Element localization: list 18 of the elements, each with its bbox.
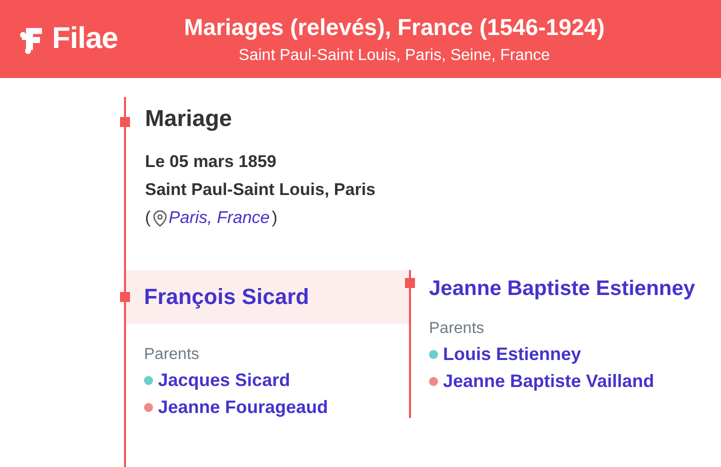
parents-label: Parents xyxy=(144,346,200,364)
parent-name[interactable]: Jacques Sicard xyxy=(158,370,290,391)
close-paren: ) xyxy=(272,208,278,228)
parent-name[interactable]: Jeanne Baptiste Vailland xyxy=(443,371,654,392)
logo-text: Filae xyxy=(52,22,118,56)
spouse-name[interactable]: François Sicard xyxy=(144,284,310,310)
parents-label: Parents xyxy=(429,320,486,338)
event-title: Mariage xyxy=(145,105,233,132)
parent-name[interactable]: Jeanne Fourageaud xyxy=(158,397,328,418)
location-pin-icon xyxy=(152,210,167,226)
event-date: Le 05 mars 1859 xyxy=(145,152,278,172)
page-title: Mariages (relevés), France (1546-1924) xyxy=(184,14,605,40)
page-subtitle: Saint Paul-Saint Louis, Paris, Seine, France xyxy=(238,46,550,64)
spouse-name[interactable]: Jeanne Baptiste Estienney xyxy=(429,277,696,301)
location-link[interactable]: Paris, France xyxy=(168,208,270,228)
open-paren: ( xyxy=(145,208,151,228)
event-place: Saint Paul-Saint Louis, Paris xyxy=(145,180,376,200)
parent-name[interactable]: Louis Estienney xyxy=(443,344,582,365)
